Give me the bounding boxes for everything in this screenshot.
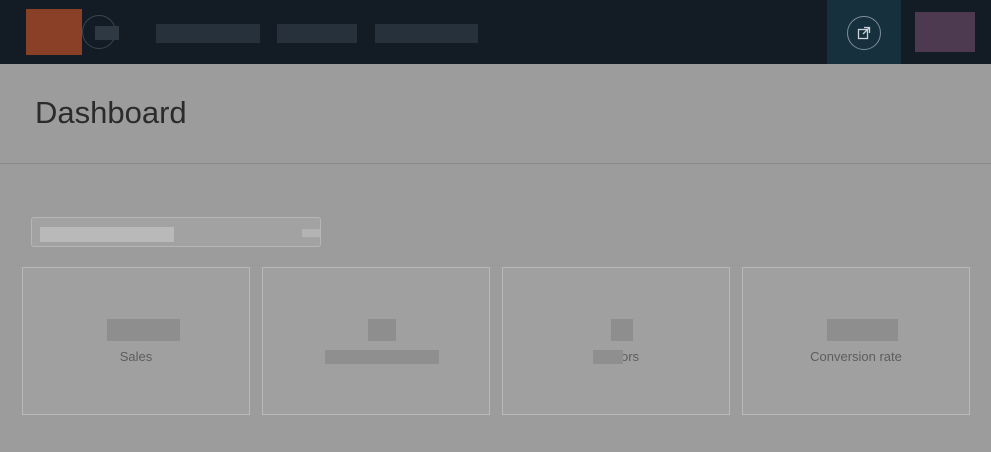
top-navigation-bar <box>0 0 991 64</box>
stat-card-sales[interactable]: Sales <box>22 267 250 415</box>
stat-card-label: ors <box>620 349 640 364</box>
stat-card-label: Conversion rate <box>810 349 902 364</box>
stat-card-value <box>368 319 396 341</box>
stat-card-label: Sales <box>119 349 153 364</box>
stat-card-conversion-rate[interactable]: Conversion rate <box>742 267 970 415</box>
filter-select[interactable] <box>31 217 321 247</box>
stat-card-value <box>107 319 180 341</box>
nav-item-1[interactable] <box>156 24 260 43</box>
stat-card-3[interactable]: ors <box>502 267 730 415</box>
header-divider <box>0 163 991 164</box>
stat-card-2[interactable] <box>262 267 490 415</box>
menu-toggle-icon <box>95 26 119 40</box>
menu-toggle-button[interactable] <box>82 15 119 49</box>
stat-card-value <box>611 319 633 341</box>
nav-item-2[interactable] <box>277 24 357 43</box>
stat-card-value <box>827 319 898 341</box>
user-avatar[interactable] <box>915 12 975 52</box>
redacted-label <box>325 350 439 364</box>
logo[interactable] <box>26 9 82 55</box>
nav-item-3[interactable] <box>375 24 478 43</box>
external-link-button[interactable] <box>827 0 901 64</box>
external-link-icon <box>847 16 881 50</box>
page-title: Dashboard <box>35 95 187 130</box>
filter-select-value <box>40 227 174 242</box>
redacted-label <box>593 350 623 364</box>
dropdown-caret-icon <box>302 229 320 237</box>
